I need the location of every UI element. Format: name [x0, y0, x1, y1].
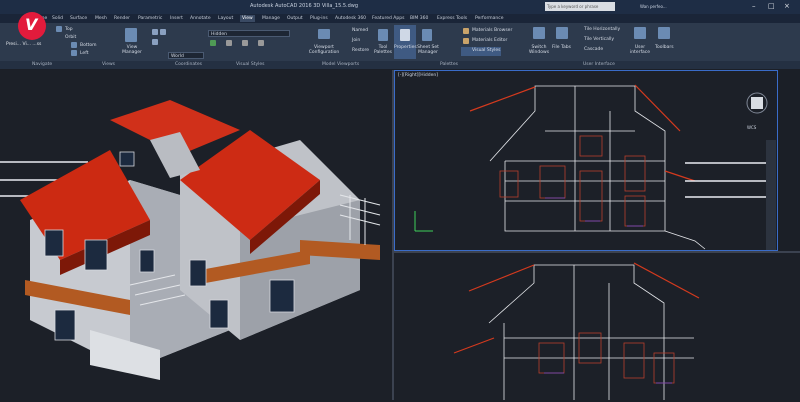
tab-insert[interactable]: Insert	[170, 15, 183, 22]
visual-style-select[interactable]: Hidden	[208, 30, 290, 37]
join-viewports-button[interactable]: Join	[352, 38, 360, 43]
panel-label-views: Views	[102, 62, 116, 67]
tile-horizontally-button[interactable]: Tile Horizontally	[584, 27, 620, 32]
tab-view[interactable]: View	[240, 15, 255, 22]
tab-layout[interactable]: Layout	[218, 15, 233, 22]
toolbars-icon[interactable]	[658, 27, 670, 39]
panel-label-navigate: Navigate	[32, 62, 53, 67]
tool-palettes-button[interactable]: Tool Palettes	[372, 45, 394, 55]
switch-windows-icon[interactable]	[533, 27, 545, 39]
coordinate-world-select[interactable]: World	[168, 52, 204, 59]
restore-viewports-button[interactable]: Restore	[352, 48, 369, 53]
ribbon-panel-labels: Navigate Views Coordinates Visual Styles…	[0, 61, 800, 69]
viewport-front-elevation[interactable]	[394, 253, 800, 400]
tab-plugins[interactable]: Plug-ins	[310, 15, 328, 22]
visual-styles-button[interactable]: Visual Styles	[472, 48, 501, 53]
tab-output[interactable]: Output	[287, 15, 303, 22]
viewport-configuration-icon[interactable]	[318, 29, 330, 39]
panel-label-model-viewports: Model Viewports	[322, 62, 360, 67]
top-view-icon[interactable]	[56, 26, 62, 32]
materials-browser-icon[interactable]	[463, 28, 469, 34]
viewport-label[interactable]: [-][Right][Hidden]	[398, 73, 438, 78]
title-bar: Autodesk AutoCAD 2016 3D Villa_15.5.dwg …	[0, 0, 800, 14]
minimize-icon[interactable]: –	[752, 2, 756, 10]
logo-letter: V	[25, 15, 38, 34]
ucs-axis-green	[414, 211, 433, 232]
materials-editor-button[interactable]: Materials Editor	[472, 38, 507, 43]
ucs-origin-icon[interactable]	[160, 29, 166, 35]
tab-solid[interactable]: Solid	[52, 15, 63, 22]
tab-manage[interactable]: Manage	[262, 15, 280, 22]
panel-label-visual-styles: Visual Styles	[236, 62, 265, 67]
tab-mesh[interactable]: Mesh	[95, 15, 107, 22]
close-icon[interactable]: ×	[784, 2, 790, 10]
tab-parametric[interactable]: Parametric	[138, 15, 162, 22]
materials-editor-icon[interactable]	[463, 38, 469, 44]
elevation-drawing-bottom	[453, 262, 700, 400]
panel-label-user-interface: User Interface	[583, 62, 615, 67]
ribbon-panel: Top Orbit Bottom Left View Manager World…	[0, 23, 680, 62]
edge-icon[interactable]	[226, 40, 232, 46]
search-input[interactable]: Type a keyword or phrase	[545, 2, 615, 11]
shadow-icon[interactable]	[210, 40, 216, 46]
tool-palettes-icon[interactable]	[378, 29, 388, 41]
view-left-button[interactable]: Left	[80, 51, 88, 56]
tab-bim-360[interactable]: BIM 360	[410, 15, 428, 22]
ribbon-right-blank	[680, 23, 800, 61]
sheet-set-manager-button[interactable]: Sheet Set Manager	[416, 45, 440, 55]
tab-performance[interactable]: Performance	[475, 15, 504, 22]
wcs-label[interactable]: WCS	[747, 125, 756, 130]
file-tabs-button[interactable]: File Tabs	[552, 45, 571, 50]
sheet-set-icon[interactable]	[422, 29, 432, 41]
maximize-icon[interactable]: □	[768, 2, 775, 10]
view-manager-button[interactable]: View Manager	[121, 45, 143, 55]
tab-featured-apps[interactable]: Featured Apps	[372, 15, 404, 22]
left-view-icon[interactable]	[71, 50, 77, 56]
orbit-button[interactable]: Orbit	[65, 35, 76, 40]
toolbars-button[interactable]: Toolbars	[655, 45, 674, 50]
elevation-drawing-top	[414, 84, 768, 250]
user-interface-button[interactable]: User interface	[628, 45, 652, 55]
tab-autodesk-360[interactable]: Autodesk 360	[335, 15, 366, 22]
switch-windows-button[interactable]: Switch Windows	[527, 45, 551, 55]
ribbon-tabs: Home Solid Surface Mesh Render Parametri…	[0, 14, 800, 23]
face-icon[interactable]	[242, 40, 248, 46]
cascade-button[interactable]: Cascade	[584, 47, 603, 52]
bottom-view-icon[interactable]	[71, 42, 77, 48]
panel-label-coordinates: Coordinates	[175, 62, 203, 67]
viewcube-face	[751, 97, 763, 109]
user-account[interactable]: Wan perfeo...	[640, 2, 690, 11]
xray-icon[interactable]	[258, 40, 264, 46]
materials-browser-button[interactable]: Materials Browser	[472, 28, 512, 33]
house-3d-render	[0, 100, 381, 380]
ucs-icon[interactable]	[152, 29, 158, 35]
properties-icon[interactable]	[400, 29, 410, 41]
named-viewports-button[interactable]: Named	[352, 28, 368, 33]
view-manager-icon[interactable]	[125, 28, 137, 42]
ucs-z-icon[interactable]	[152, 39, 158, 45]
view-top-button[interactable]: Top	[65, 27, 73, 32]
tile-vertically-button[interactable]: Tile Vertically	[584, 37, 614, 42]
tab-annotate[interactable]: Annotate	[190, 15, 211, 22]
viewport-configuration-button[interactable]: Viewport Configuration	[306, 45, 342, 55]
viewport-right-elevation[interactable]: [-][Right][Hidden] WCS	[394, 70, 778, 251]
tab-render[interactable]: Render	[114, 15, 130, 22]
panel-label-palettes: Palettes	[440, 62, 458, 67]
app-menu-label: Presi... Vi... ...ss	[6, 42, 42, 47]
user-interface-icon[interactable]	[634, 27, 646, 39]
tab-surface[interactable]: Surface	[70, 15, 87, 22]
viewport-3d[interactable]	[0, 70, 392, 400]
properties-button[interactable]: Properties	[394, 45, 417, 50]
window-title: Autodesk AutoCAD 2016 3D Villa_15.5.dwg	[250, 3, 359, 9]
brand-logo: V	[18, 12, 46, 40]
file-tabs-icon[interactable]	[556, 27, 568, 39]
navigation-bar[interactable]	[766, 140, 776, 250]
tab-express-tools[interactable]: Express Tools	[437, 15, 467, 22]
guide-lines-right	[685, 162, 767, 198]
view-bottom-button[interactable]: Bottom	[80, 43, 97, 48]
